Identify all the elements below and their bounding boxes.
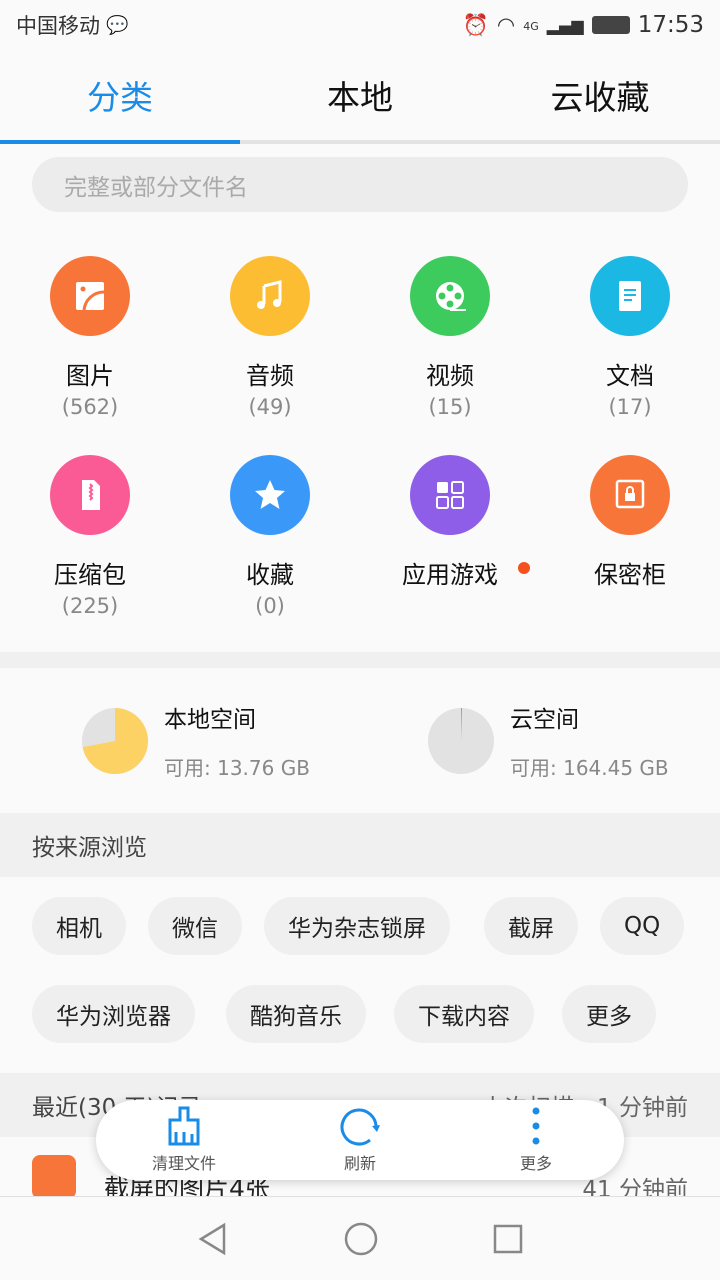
home-icon[interactable] <box>343 1221 379 1257</box>
source-chip[interactable]: 酷狗音乐 <box>226 985 366 1043</box>
local-storage-pie <box>82 707 148 774</box>
apps-icon <box>410 455 490 535</box>
new-badge <box>518 562 530 574</box>
category-apps[interactable]: 应用游戏 <box>360 455 540 594</box>
category-label: 图片 <box>66 362 114 390</box>
clean-files-label: 清理文件 <box>151 1154 216 1173</box>
category-label: 压缩包 <box>54 561 126 589</box>
source-chip[interactable]: 华为浏览器 <box>32 985 195 1043</box>
zip-icon <box>50 455 130 535</box>
source-chip[interactable]: 相机 <box>32 897 126 955</box>
clean-files-button[interactable]: 清理文件 <box>96 1100 272 1180</box>
local-storage-available: 可用: 13.76 GB <box>164 756 310 780</box>
source-chip[interactable]: 微信 <box>148 897 242 955</box>
category-label: 音频 <box>246 362 294 390</box>
category-count: (562) <box>61 395 119 419</box>
category-count: (225) <box>61 594 119 618</box>
browse-title: 按来源浏览 <box>32 835 147 861</box>
category-label: 保密柜 <box>594 561 666 589</box>
source-chip[interactable]: 下载内容 <box>394 985 534 1043</box>
status-bar: 中国移动 💬 ⏰ ◠ 4G ▂▄▆ 17:53 <box>0 0 720 50</box>
refresh-label: 刷新 <box>343 1154 376 1173</box>
category-label: 视频 <box>426 362 474 390</box>
wifi-icon: ◠ <box>496 13 516 37</box>
signal-icon: ▂▄▆ <box>546 15 584 35</box>
image-icon <box>50 256 130 336</box>
category-music[interactable]: 音频 (49) <box>180 256 360 419</box>
search-placeholder: 完整或部分文件名 <box>64 174 248 201</box>
video-reel-icon <box>410 256 490 336</box>
more-button[interactable]: 更多 <box>448 1100 624 1180</box>
more-label: 更多 <box>519 1154 552 1173</box>
local-storage-title: 本地空间 <box>164 707 256 733</box>
browse-header: 按来源浏览 <box>0 813 720 877</box>
category-star[interactable]: 收藏 (0) <box>180 455 360 618</box>
carrier: 中国移动 <box>16 14 100 38</box>
local-storage[interactable]: 本地空间可用: 13.76 GB <box>0 700 360 781</box>
back-icon[interactable] <box>196 1222 230 1256</box>
category-count: (17) <box>608 395 652 419</box>
source-chips: 相机 微信 华为杂志锁屏 截屏 QQ 华为浏览器 酷狗音乐 下载内容 更多 <box>0 877 720 1073</box>
category-count: (49) <box>248 395 292 419</box>
source-chip[interactable]: 更多 <box>562 985 656 1043</box>
battery-icon <box>591 16 630 34</box>
system-nav-bar <box>0 1196 720 1280</box>
tab-category[interactable]: 分类 <box>0 50 240 144</box>
network-type: 4G <box>523 20 539 33</box>
source-chip[interactable]: 华为杂志锁屏 <box>264 897 450 955</box>
wechat-icon: 💬 <box>106 14 129 36</box>
tab-bar: 分类 本地 云收藏 <box>0 50 720 144</box>
category-label: 文档 <box>606 362 654 390</box>
brush-icon <box>168 1106 200 1146</box>
divider <box>0 652 720 668</box>
source-chip[interactable]: 截屏 <box>484 897 578 955</box>
cloud-storage-available: 可用: 164.45 GB <box>510 756 669 780</box>
star-icon <box>230 455 310 535</box>
category-count: (0) <box>255 594 285 618</box>
refresh-icon <box>340 1108 380 1146</box>
screenshot-icon <box>32 1154 76 1199</box>
category-video-reel[interactable]: 视频 (15) <box>360 256 540 419</box>
category-label: 应用游戏 <box>402 561 498 589</box>
more-vertical-icon <box>532 1107 540 1145</box>
floating-action-bar: 清理文件 刷新 更多 <box>96 1100 624 1180</box>
recents-icon[interactable] <box>492 1223 524 1255</box>
document-icon <box>590 256 670 336</box>
safe-icon <box>590 455 670 535</box>
cloud-storage-pie <box>428 707 494 774</box>
refresh-button[interactable]: 刷新 <box>272 1100 448 1180</box>
search-input[interactable]: 完整或部分文件名 <box>32 157 688 212</box>
cloud-storage[interactable]: 云空间可用: 164.45 GB <box>360 700 720 781</box>
tab-local[interactable]: 本地 <box>240 50 480 140</box>
cloud-storage-title: 云空间 <box>510 707 579 733</box>
category-label: 收藏 <box>246 561 294 589</box>
clock: 17:53 <box>637 12 704 38</box>
alarm-icon: ⏰ <box>462 12 489 37</box>
source-chip[interactable]: QQ <box>600 897 685 955</box>
tab-cloud[interactable]: 云收藏 <box>480 50 720 140</box>
category-image[interactable]: 图片 (562) <box>0 256 180 419</box>
storage-section: 本地空间可用: 13.76 GB 云空间可用: 164.45 GB <box>0 668 720 813</box>
category-zip[interactable]: 压缩包 (225) <box>0 455 180 618</box>
category-safe[interactable]: 保密柜 <box>540 455 720 594</box>
category-document[interactable]: 文档 (17) <box>540 256 720 419</box>
music-icon <box>230 256 310 336</box>
category-count: (15) <box>428 395 472 419</box>
